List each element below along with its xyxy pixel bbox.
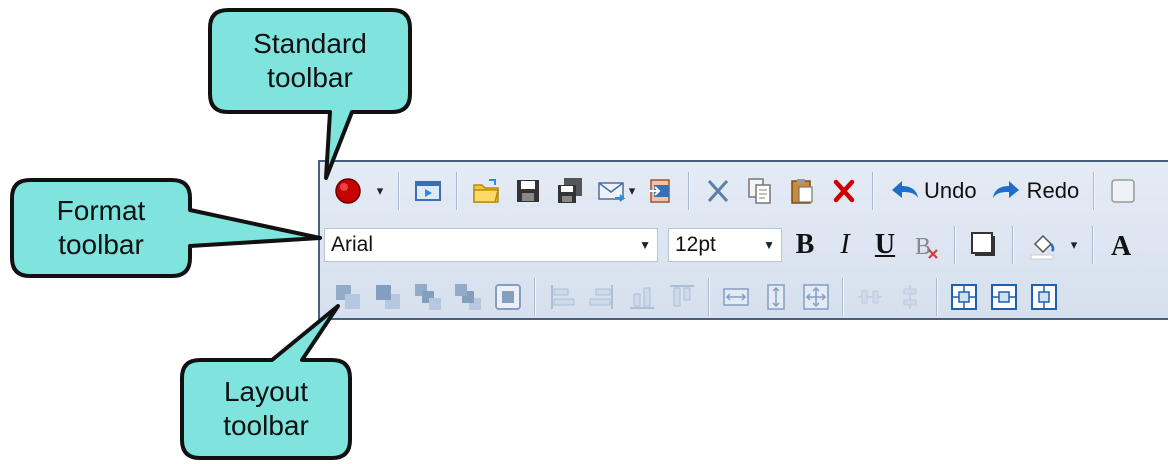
callout-layout-text: Layout toolbar: [182, 362, 350, 456]
callout-layout-line1: Layout: [223, 376, 309, 407]
callout-bubble-shape: [180, 304, 352, 460]
callout-layout-line2: toolbar: [223, 410, 309, 441]
